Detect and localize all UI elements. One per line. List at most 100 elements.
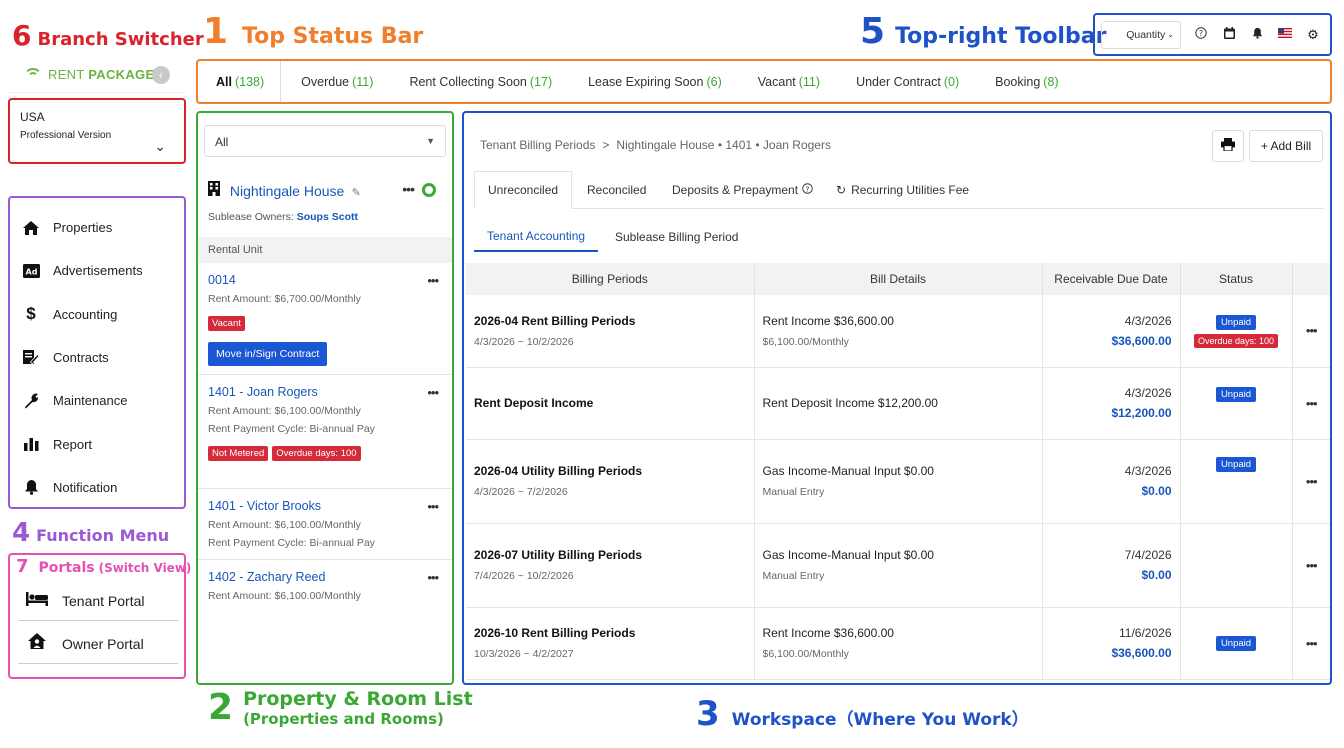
row-more-options-icon[interactable]: ••• [1292, 295, 1330, 368]
gear-icon[interactable]: ⚙ [1299, 27, 1327, 43]
annotation-branch-switcher: 6 Branch Switcher [12, 19, 204, 52]
branch-version: Professional Version [20, 130, 112, 141]
overdue-badge: Overdue days: 100 [1193, 333, 1279, 348]
more-options-icon[interactable]: ••• [427, 570, 439, 585]
owner-name[interactable]: Soups Scott [297, 211, 358, 223]
status-tab-vacant[interactable]: Vacant (11) [740, 61, 838, 102]
menu-item-properties[interactable]: Properties [10, 206, 184, 249]
menu-item-accounting[interactable]: $ Accounting [10, 293, 184, 336]
more-options-icon[interactable]: ••• [427, 385, 439, 400]
status-badge: Unpaid [1215, 386, 1257, 402]
menu-item-notification[interactable]: Notification [10, 466, 184, 509]
room-item[interactable]: 1401 - Joan Rogers ••• Rent Amount: $6,1… [198, 385, 452, 461]
column-header: Billing Periods [466, 263, 755, 295]
portal-owner[interactable]: Owner Portal [18, 624, 178, 664]
quantity-dropdown[interactable]: Quantity ⌄ [1101, 20, 1181, 49]
portals-panel: Tenant Portal Owner Portal [8, 553, 186, 679]
visibility-icon[interactable] [422, 183, 436, 197]
annotation-function-menu: 4 Function Menu [12, 518, 170, 548]
room-name[interactable]: 1401 - Joan Rogers [208, 385, 442, 399]
status-badge: Vacant [208, 316, 245, 331]
calendar-icon[interactable] [1215, 27, 1243, 42]
property-room-list: All ▼ Nightingale House ✎ ••• Sublease O… [196, 111, 454, 685]
more-options-icon[interactable]: ••• [402, 181, 415, 197]
move-in-sign-contract-button[interactable]: Move in/Sign Contract [208, 342, 328, 366]
top-status-bar: All (138) Overdue (11) Rent Collecting Soo… [196, 59, 1332, 104]
status-tab-under-contract[interactable]: Under Contract (0) [838, 61, 977, 102]
column-header: Bill Details [754, 263, 1043, 295]
printer-icon [1221, 138, 1235, 154]
menu-item-maintenance[interactable]: Maintenance [10, 379, 184, 422]
add-bill-button[interactable]: + Add Bill [1249, 130, 1323, 162]
breadcrumb-item[interactable]: Tenant Billing Periods [480, 138, 595, 152]
tab-reconciled[interactable]: Reconciled [587, 171, 646, 209]
bell-icon[interactable] [1243, 27, 1271, 42]
overdue-badge: Overdue days: 100 [272, 446, 361, 461]
print-button[interactable] [1212, 130, 1244, 162]
ad-icon: Ad [22, 262, 40, 280]
breadcrumb-current: Nightingale House • 1401 • Joan Rogers [616, 138, 831, 152]
room-item[interactable]: 0014 ••• Rent Amount: $6,700.00/Monthly … [198, 273, 452, 366]
status-tab-lease-expiring-soon[interactable]: Lease Expiring Soon (6) [570, 61, 740, 102]
brand-logo: RENT PACKAGE ‹ [8, 57, 186, 93]
property-header: Nightingale House ✎ ••• [208, 181, 446, 199]
status-badge: Not Metered [208, 446, 269, 461]
bell-icon [22, 478, 40, 496]
tab-recurring-utilities-fee[interactable]: ↻ Recurring Utilities Fee [836, 171, 969, 209]
menu-item-contracts[interactable]: Contracts [10, 336, 184, 379]
svg-text:?: ? [806, 184, 810, 193]
subtab-sublease-billing-period[interactable]: Sublease Billing Period [615, 222, 738, 252]
column-header: Status [1180, 263, 1293, 295]
row-more-options-icon[interactable]: ••• [1292, 523, 1330, 608]
row-more-options-icon[interactable]: ••• [1292, 439, 1330, 524]
more-options-icon[interactable]: ••• [427, 273, 439, 288]
table-row[interactable]: 2026-10 Rent Billing Periods 10/3/2026 ~ … [466, 607, 1330, 680]
table-row[interactable]: 2026-07 Utility Billing Periods 7/4/2026 … [466, 523, 1330, 608]
branch-switcher[interactable]: USA Professional Version ⌄ [8, 98, 186, 164]
room-name[interactable]: 1401 - Victor Brooks [208, 499, 442, 513]
room-item[interactable]: 1401 - Victor Brooks ••• Rent Amount: $6… [198, 499, 452, 549]
property-filter-select[interactable]: All ▼ [204, 125, 446, 157]
room-name[interactable]: 0014 [208, 273, 442, 287]
status-tab-all[interactable]: All (138) [206, 61, 282, 102]
annotation-top-status-bar: 1 Top Status Bar [203, 11, 424, 52]
column-header: Receivable Due Date [1042, 263, 1181, 295]
status-badge: Unpaid [1215, 314, 1257, 330]
table-row[interactable]: 2026-04 Utility Billing Periods 4/3/2026 … [466, 439, 1330, 524]
status-badge: Unpaid [1215, 636, 1257, 651]
row-more-options-icon[interactable]: ••• [1292, 367, 1330, 440]
edit-icon[interactable]: ✎ [352, 187, 361, 199]
breadcrumb: Tenant Billing Periods > Nightingale House… [480, 138, 831, 152]
top-right-toolbar: Quantity ⌄ ? ⚙ [1093, 13, 1332, 56]
status-tab-overdue[interactable]: Overdue (11) [281, 61, 391, 102]
menu-item-advertisements[interactable]: Ad Advertisements [10, 249, 184, 292]
menu-item-report[interactable]: Report [10, 422, 184, 465]
building-icon [208, 181, 224, 199]
subtab-tenant-accounting[interactable]: Tenant Accounting [474, 222, 599, 252]
us-flag-icon[interactable] [1271, 28, 1299, 41]
table-row[interactable]: Rent Deposit Income Rent Deposit Income … [466, 367, 1330, 440]
room-name[interactable]: 1402 - Zachary Reed [208, 570, 442, 584]
collapse-sidebar-icon[interactable]: ‹ [152, 65, 170, 84]
table-row[interactable]: 2026-04 Rent Billing Periods 4/3/2026 ~ 1… [466, 295, 1330, 368]
status-badge: Unpaid [1215, 456, 1257, 472]
tab-unreconciled[interactable]: Unreconciled [474, 171, 573, 209]
function-menu: Properties Ad Advertisements $ Accountin… [8, 196, 186, 509]
row-more-options-icon[interactable]: ••• [1292, 607, 1330, 680]
brand-name-a: RENT [48, 67, 85, 82]
status-tab-booking[interactable]: Booking (8) [977, 61, 1076, 102]
property-name[interactable]: Nightingale House [230, 183, 344, 199]
contract-icon [22, 349, 40, 367]
annotation-workspace: 3 Workspace（Where You Work） [696, 694, 1029, 734]
chevron-down-icon[interactable]: ⌄ [154, 138, 166, 155]
room-item[interactable]: 1402 - Zachary Reed ••• Rent Amount: $6,… [198, 570, 452, 602]
tab-deposits-prepayment[interactable]: Deposits & Prepayment ? [672, 171, 813, 209]
branch-country: USA [20, 110, 45, 124]
help-icon[interactable]: ? [1187, 27, 1215, 42]
refresh-icon: ↻ [836, 183, 847, 197]
svg-text:Ad: Ad [25, 267, 37, 276]
more-options-icon[interactable]: ••• [427, 499, 439, 514]
status-tab-rent-collecting-soon[interactable]: Rent Collecting Soon (17) [391, 61, 570, 102]
portal-tenant[interactable]: Tenant Portal [18, 581, 178, 621]
caret-down-icon: ▼ [426, 136, 435, 146]
